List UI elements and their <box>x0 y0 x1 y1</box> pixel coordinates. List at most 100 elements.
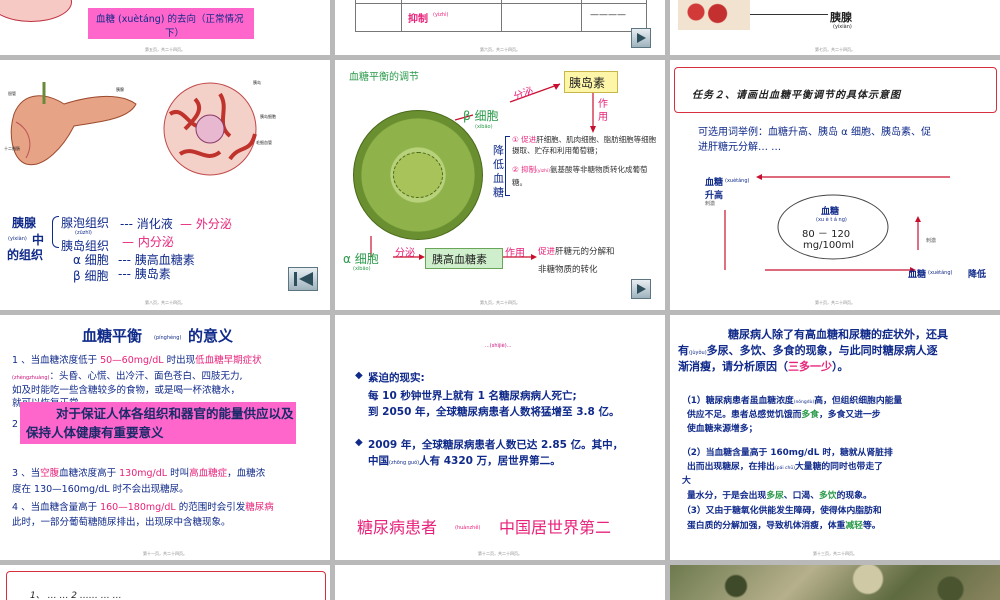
footer-pinyin: (huànzhě) <box>455 525 481 531</box>
slide-thumbnail-14[interactable]: 1、 … … 2 …… … … <box>0 565 330 600</box>
three-more-one-less: 三多一少 <box>788 360 832 373</box>
page-number: 第六页，共二十四页。 <box>480 47 520 52</box>
slide-title-end: 的意义 <box>188 327 234 345</box>
answer-2e: 的现象。 <box>836 491 872 501</box>
line-8: 此时，一部分葡萄糖随尿排出，出现尿中含糖现象。 <box>12 517 231 528</box>
question-line1: 糖尿病人除了有高血糖和尿糖的症状外，还具 <box>728 328 948 341</box>
tissue-title-line2: 的组织 <box>7 248 44 262</box>
diabetes: 糖尿病 <box>245 502 274 513</box>
slide-title-pinyin: (pínghéng) <box>154 335 182 341</box>
slide-thumbnail-11[interactable]: 血糖平衡 (pínghéng) 的意义 1 、当血糖浓度低于 50—60mg/d… <box>0 315 330 560</box>
answer-3-line1: （3）又由于糖氧化供能发生障碍，使得体内脂肪和 <box>682 506 882 516</box>
question-line2a: 有 <box>678 344 689 357</box>
line-2: (zhèngzhuàng)：头昏、心慌、出冷汗、面色苍白、四肢无力, <box>12 368 243 382</box>
outdoor-photo <box>670 565 1000 600</box>
question-line2: 有(jùyǒu)多尿、多饮、多食的现象，与此同时糖尿病人逐 <box>678 342 938 358</box>
next-slide-button[interactable] <box>631 279 651 299</box>
line-3: 如及时能吃一些含糖较多的食物，或是喝一杯浓糖水， <box>12 385 241 396</box>
hypoglycemia: 低血糖早期症状 <box>195 355 262 366</box>
prev-slide-button[interactable] <box>288 267 318 291</box>
footer-patients: 糖尿病患者 <box>357 518 438 537</box>
caption-line1: 血糖 (xuètáng) 的去向（正常情况 <box>96 14 244 25</box>
action-label: 作用 <box>598 99 608 123</box>
effect-2-pinyin: (yìzhì) <box>536 169 550 174</box>
line-5g: ，血糖浓 <box>227 468 266 479</box>
digestive-juice: --- 消化液 <box>120 217 173 231</box>
tissue-title-pinyin: (yíxiàn) <box>8 236 27 242</box>
answer-1d: ，多食又进一步 <box>818 410 881 420</box>
answer-3c: 等。 <box>862 521 881 531</box>
china-pinyin: (zhōng guó) <box>389 460 420 466</box>
line-1a: 1 、当血糖浓度低于 <box>12 355 101 366</box>
answer-2-line1: （2）当血糖含量高于 160mg/dL 时，糖就从肾脏排 <box>682 448 893 458</box>
stimulate-label: 刺激 <box>705 201 716 207</box>
exocrine-label: — 外分泌 <box>180 217 232 231</box>
fig-label-islet-cell: 胰岛细胞 <box>260 114 276 119</box>
banner-text: 1、 … … 2 …… … … <box>30 591 122 600</box>
slide-thumbnail-15[interactable] <box>335 565 665 600</box>
line-5c: 血糖浓度高于 <box>59 468 120 479</box>
urinate-more: 多尿 <box>766 491 784 501</box>
play-icon <box>637 284 646 294</box>
answer-1-line1: （1）糖尿病患者虽血糖浓度(nóngdù)高，但组织细胞内能量 <box>682 393 902 406</box>
lower-glucose-label: 降低血糖 <box>493 144 504 199</box>
question-line3c: ）。 <box>832 360 849 373</box>
exocrine-pinyin: (zūzhī) <box>75 230 92 236</box>
effect-2: ② 抑制(yìzhì)氨基酸等非糖物质转化成葡萄糖。 <box>512 164 660 188</box>
line-7c: 的范围时会引发 <box>175 502 246 513</box>
answer-2a: 出而出现糖尿，在排出 <box>687 462 775 472</box>
pancreas-label: 胰腺 <box>830 11 852 24</box>
slide-thumbnail-10[interactable]: 任务２、请画出血糖平衡调节的具体示意图 可选用词举例：血糖升高、胰岛 α 细胞、… <box>670 60 1000 310</box>
fig-label-bile: 胆管 <box>8 91 16 96</box>
promote-text-line2: 非糖物质的转化 <box>538 265 598 275</box>
line-1c: 时出现 <box>163 355 196 366</box>
exocrine-tissue: 腺泡组织 <box>61 216 110 230</box>
line-5: 3 、当空腹血糖浓度高于 130mg/dL 时叫高血糖症，血糖浓 <box>12 465 265 479</box>
fasting: 空腹 <box>40 468 60 479</box>
high-threshold: 130mg/dL <box>119 468 168 479</box>
brace <box>52 216 59 248</box>
page-number: 第十二页，共二十四页。 <box>478 551 522 556</box>
page-number: 第十一页，共二十四页。 <box>143 551 187 556</box>
header-pinyin: ...(shìjiè)... <box>485 343 512 349</box>
promote-head: 促进 <box>538 247 556 257</box>
slide-thumbnail-7[interactable]: 胰腺 (yíxiàn) 第七页，共二十四页。 <box>670 0 1000 55</box>
answer-1c: 供应不足。患者总感觉饥饿而 <box>687 410 802 420</box>
stimulate-label-2: 刺激 <box>926 238 937 244</box>
slide-thumbnail-8[interactable]: 胆管 胰腺 十二指肠 胰岛 胰岛细胞 毛细血管 胰腺 (yíxiàn) 中 的组… <box>0 60 330 310</box>
tissue-title: 胰腺 <box>12 216 37 230</box>
answer-1-line2: 供应不足。患者总感觉饥饿而多食，多食又进一步 <box>687 407 881 420</box>
answer-2c: 量水分，于是会出现 <box>687 491 767 501</box>
pancreas-diagram: 胆管 胰腺 十二指肠 <box>4 74 144 184</box>
diabetes-range: 160—180mg/dL <box>100 502 176 513</box>
question-pinyin: (jùyǒu) <box>689 350 707 356</box>
bullet-1-line2: 到 2050 年，全球糖尿病患者人数将猛增至 3.8 亿。 <box>368 406 620 418</box>
secrete-label-2: 分泌 <box>395 248 415 259</box>
item-2-number: 2 <box>12 419 19 430</box>
table-cell-dash: ———— <box>590 10 626 20</box>
back-icon <box>294 272 313 286</box>
next-slide-button[interactable] <box>631 28 651 48</box>
slide-thumbnail-13[interactable]: 糖尿病人除了有高血糖和尿糖的症状外，还具 有(jùyǒu)多尿、多饮、多食的现象… <box>670 315 1000 560</box>
effects-brace <box>505 136 510 196</box>
low-range: 50—60mg/dL <box>100 355 164 366</box>
slide-thumbnail-9[interactable]: 血糖平衡的调节 β 细胞 (xìbāo) 分泌 胰岛素 作用 降低血糖 ① 促进… <box>335 60 665 310</box>
action-label-2: 作用 <box>505 248 525 259</box>
answer-2-line3: 大 <box>682 476 691 486</box>
footer-rank: 中国居世界第二 <box>499 518 612 537</box>
alpha-cell-pinyin: (xìbāo) <box>353 266 371 272</box>
slide-thumbnail-16[interactable] <box>670 565 1000 600</box>
slide-thumbnail-5[interactable]: 血糖 (xuètáng) 的去向（正常情况 下） 第五页，共二十四页。 <box>0 0 330 55</box>
answer-2d: 、口渴、 <box>783 491 819 501</box>
rise-pinyin: (xuètáng) <box>725 178 750 184</box>
page-number: 第五页，共二十四页。 <box>145 47 185 52</box>
glucagon-effect: 促进肝糖元的分解和 <box>538 245 615 257</box>
beta-cell-pinyin: (xìbāo) <box>475 124 493 130</box>
slide-thumbnail-6[interactable]: 抑制 (yìzhì) ———— 第六页，共二十四页。 <box>335 0 665 55</box>
slide-thumbnail-12[interactable]: ...(shìjiè)... ◆ 紧迫的现实: 每 10 秒钟世界上就有 1 名… <box>335 315 665 560</box>
beta-cell-label: β 细胞 <box>463 109 499 123</box>
symptom-pinyin: (zhèngzhuàng) <box>12 375 50 381</box>
play-icon <box>637 33 646 43</box>
islet-micrograph: 胰岛 胰岛细胞 毛细血管 <box>160 74 276 184</box>
line-5e: 时叫 <box>167 468 190 479</box>
